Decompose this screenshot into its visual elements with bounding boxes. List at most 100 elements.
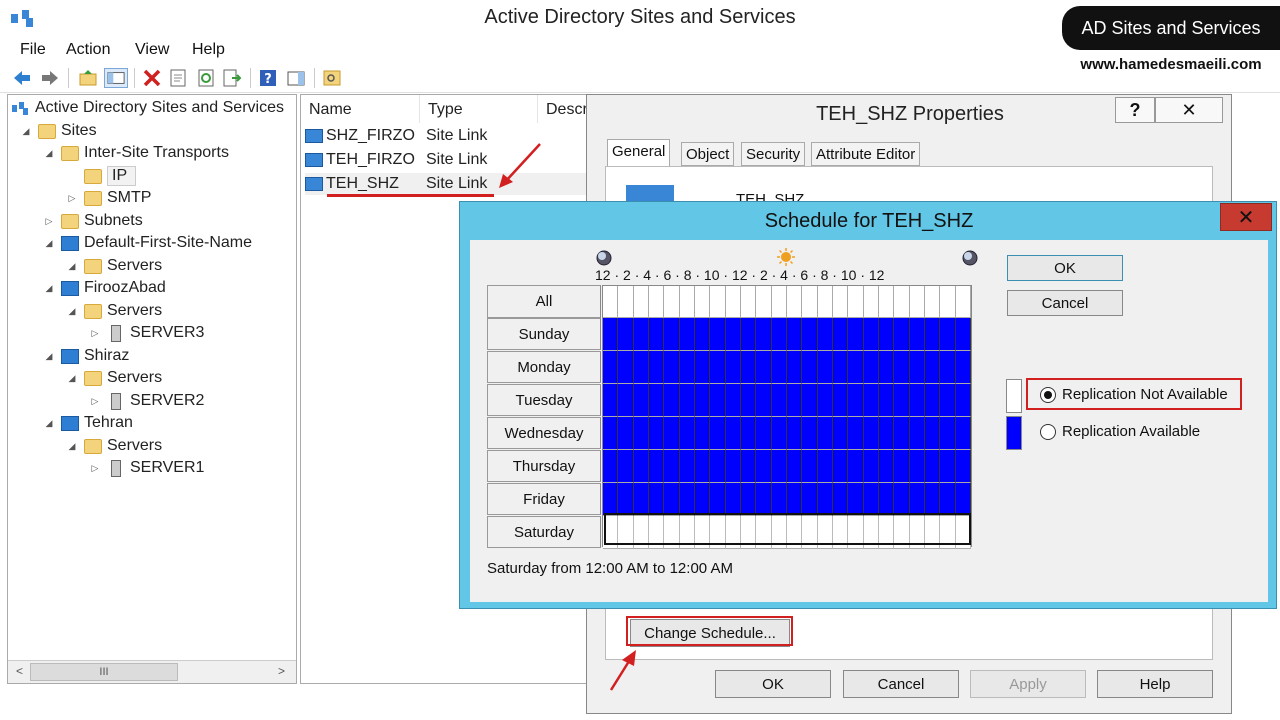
schedule-cell[interactable] <box>741 450 757 483</box>
close-button[interactable]: ✕ <box>1220 203 1272 231</box>
tree-node-firoozabad[interactable]: ◢ FiroozAbad <box>43 277 166 299</box>
show-hide-tree-icon[interactable] <box>104 68 128 88</box>
hour-header-cell[interactable] <box>710 286 726 318</box>
help-icon[interactable]: ? <box>258 68 278 88</box>
schedule-cell[interactable] <box>741 384 757 417</box>
list-item-selected[interactable]: TEH_SHZ Site Link <box>305 173 595 195</box>
collapse-icon[interactable]: ◢ <box>66 261 78 272</box>
schedule-cell[interactable] <box>909 483 925 516</box>
schedule-cell[interactable] <box>817 450 833 483</box>
schedule-cell[interactable] <box>955 318 971 351</box>
schedule-cell[interactable] <box>664 483 680 516</box>
schedule-cell[interactable] <box>633 351 649 384</box>
schedule-cell[interactable] <box>710 417 726 450</box>
schedule-cell[interactable] <box>649 417 665 450</box>
schedule-cell[interactable] <box>940 483 956 516</box>
schedule-cell[interactable] <box>695 384 711 417</box>
collapse-icon[interactable]: ◢ <box>43 148 55 159</box>
hour-header-cell[interactable] <box>771 286 787 318</box>
menu-view[interactable]: View <box>135 41 169 59</box>
schedule-cell[interactable] <box>679 351 695 384</box>
schedule-cell[interactable] <box>725 351 741 384</box>
schedule-cell[interactable] <box>802 351 818 384</box>
schedule-cell[interactable] <box>710 318 726 351</box>
day-button-saturday[interactable]: Saturday <box>487 516 601 548</box>
scroll-thumb[interactable]: III <box>30 663 178 681</box>
schedule-cell[interactable] <box>848 417 864 450</box>
schedule-cell[interactable] <box>863 483 879 516</box>
scroll-right-icon[interactable]: > <box>278 664 285 678</box>
schedule-cell[interactable] <box>802 483 818 516</box>
schedule-cell[interactable] <box>618 450 634 483</box>
column-header-name[interactable]: Name <box>301 95 420 123</box>
schedule-cell[interactable] <box>894 417 910 450</box>
schedule-cell[interactable] <box>695 450 711 483</box>
forward-arrow-icon[interactable] <box>40 68 60 88</box>
collapse-icon[interactable]: ◢ <box>43 418 55 429</box>
schedule-cell[interactable] <box>603 384 619 417</box>
schedule-cell[interactable] <box>817 483 833 516</box>
hour-header-cell[interactable] <box>787 286 803 318</box>
delete-icon[interactable] <box>142 68 162 88</box>
schedule-cell[interactable] <box>879 351 895 384</box>
schedule-cell[interactable] <box>879 384 895 417</box>
column-header-type[interactable]: Type <box>420 95 538 123</box>
schedule-cell[interactable] <box>633 318 649 351</box>
ok-button[interactable]: OK <box>1007 255 1123 281</box>
tree-node-server3[interactable]: ▷ SERVER3 <box>89 322 204 344</box>
schedule-cell[interactable] <box>894 318 910 351</box>
action-pane-icon[interactable] <box>286 68 306 88</box>
schedule-cell[interactable] <box>817 318 833 351</box>
schedule-cell[interactable] <box>863 450 879 483</box>
hour-header-cell[interactable] <box>833 286 849 318</box>
expand-icon[interactable]: ▷ <box>89 396 101 407</box>
schedule-cell[interactable] <box>848 483 864 516</box>
properties-icon[interactable] <box>168 68 188 88</box>
hour-header-cell[interactable] <box>863 286 879 318</box>
schedule-cell[interactable] <box>771 318 787 351</box>
refresh-icon[interactable] <box>196 68 216 88</box>
day-button-tuesday[interactable]: Tuesday <box>487 384 601 416</box>
schedule-cell[interactable] <box>955 351 971 384</box>
tree-node-tehran[interactable]: ◢ Tehran <box>43 412 133 434</box>
schedule-cell[interactable] <box>695 417 711 450</box>
list-item[interactable]: TEH_FIRZO Site Link <box>305 149 487 171</box>
schedule-cell[interactable] <box>603 351 619 384</box>
expand-icon[interactable]: ▷ <box>89 328 101 339</box>
schedule-cell[interactable] <box>756 417 772 450</box>
close-button[interactable]: ✕ <box>1155 97 1223 123</box>
schedule-cell[interactable] <box>940 318 956 351</box>
day-button-friday[interactable]: Friday <box>487 483 601 515</box>
schedule-cell[interactable] <box>833 417 849 450</box>
hour-header-cell[interactable] <box>664 286 680 318</box>
schedule-cell[interactable] <box>879 417 895 450</box>
schedule-cell[interactable] <box>695 351 711 384</box>
help-button[interactable]: Help <box>1097 670 1213 698</box>
schedule-cell[interactable] <box>879 450 895 483</box>
schedule-cell[interactable] <box>833 483 849 516</box>
schedule-cell[interactable] <box>771 384 787 417</box>
tree-node-shiraz[interactable]: ◢ Shiraz <box>43 345 130 367</box>
schedule-grid[interactable] <box>602 285 972 549</box>
schedule-cell[interactable] <box>925 417 941 450</box>
schedule-cell[interactable] <box>802 384 818 417</box>
schedule-cell[interactable] <box>909 351 925 384</box>
collapse-icon[interactable]: ◢ <box>20 126 32 137</box>
schedule-cell[interactable] <box>679 483 695 516</box>
schedule-cell[interactable] <box>695 483 711 516</box>
schedule-cell[interactable] <box>833 450 849 483</box>
schedule-cell[interactable] <box>725 384 741 417</box>
tree-node-servers[interactable]: ◢ Servers <box>66 255 163 277</box>
schedule-cell[interactable] <box>756 483 772 516</box>
schedule-cell[interactable] <box>741 351 757 384</box>
expand-icon[interactable]: ▷ <box>43 216 55 227</box>
schedule-cell[interactable] <box>863 417 879 450</box>
schedule-cell[interactable] <box>771 417 787 450</box>
schedule-cell[interactable] <box>787 483 803 516</box>
scroll-left-icon[interactable]: < <box>16 664 23 678</box>
apply-button[interactable]: Apply <box>970 670 1086 698</box>
back-arrow-icon[interactable] <box>12 68 32 88</box>
hour-header-cell[interactable] <box>679 286 695 318</box>
schedule-cell[interactable] <box>618 417 634 450</box>
radio-replication-available[interactable]: Replication Available <box>1040 423 1200 440</box>
